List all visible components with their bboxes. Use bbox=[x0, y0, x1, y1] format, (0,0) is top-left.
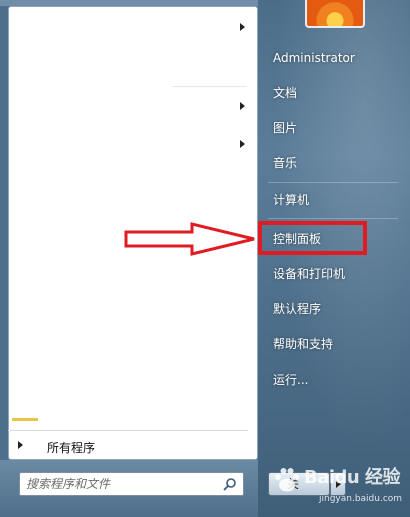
right-pane bbox=[258, 0, 410, 517]
menu-divider bbox=[268, 218, 398, 219]
run-link[interactable]: 运行... bbox=[263, 366, 403, 394]
submenu-arrow-icon[interactable] bbox=[240, 23, 245, 31]
menu-divider bbox=[268, 182, 398, 183]
pictures-link[interactable]: 图片 bbox=[263, 114, 403, 142]
shutdown-button[interactable]: 关 bbox=[268, 472, 330, 496]
all-programs-label: 所有程序 bbox=[47, 441, 96, 455]
default-programs-link[interactable]: 默认程序 bbox=[263, 295, 403, 323]
devices-and-printers-link[interactable]: 设备和打印机 bbox=[263, 260, 403, 288]
music-link[interactable]: 音乐 bbox=[263, 149, 403, 177]
shutdown-options-button[interactable] bbox=[330, 472, 346, 496]
pinned-program-indicator bbox=[12, 418, 38, 421]
search-icon[interactable] bbox=[223, 477, 237, 491]
search-input[interactable] bbox=[26, 476, 216, 492]
all-programs-arrow-icon bbox=[18, 441, 23, 449]
submenu-arrow-icon[interactable] bbox=[240, 140, 245, 148]
control-panel-highlight-box bbox=[258, 221, 367, 255]
program-list-divider bbox=[172, 86, 247, 87]
computer-link[interactable]: 计算机 bbox=[263, 186, 403, 214]
all-programs-button[interactable]: 所有程序 bbox=[8, 430, 248, 461]
documents-link[interactable]: 文档 bbox=[263, 79, 403, 107]
user-name-link[interactable]: Administrator bbox=[263, 44, 403, 72]
submenu-arrow-icon[interactable] bbox=[240, 102, 245, 110]
user-avatar[interactable] bbox=[305, 0, 365, 28]
shutdown-arrow-icon bbox=[336, 480, 341, 488]
search-box[interactable] bbox=[19, 472, 244, 496]
help-and-support-link[interactable]: 帮助和支持 bbox=[263, 330, 403, 358]
red-arrow-icon bbox=[124, 222, 255, 256]
